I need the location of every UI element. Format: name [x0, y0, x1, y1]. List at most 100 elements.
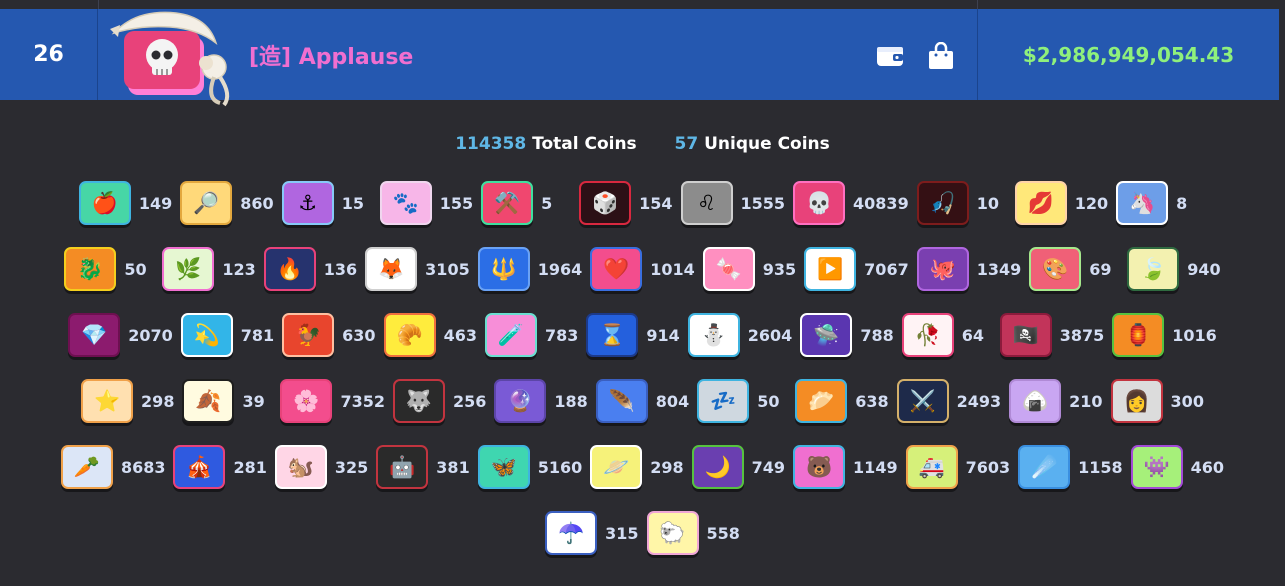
- coin-icon[interactable]: ☂️: [545, 511, 598, 555]
- coin-item[interactable]: 🍃 940: [1127, 246, 1221, 292]
- coin-item[interactable]: ⚔️ 2493: [896, 378, 1001, 424]
- coin-icon[interactable]: ⭐: [81, 379, 134, 423]
- coin-item[interactable]: 🐿️ 325: [274, 444, 368, 490]
- coin-item[interactable]: ⭐ 298: [81, 378, 174, 424]
- coin-item[interactable]: 🎨 69: [1029, 246, 1119, 292]
- coin-icon[interactable]: 🌸: [280, 379, 333, 423]
- coin-item[interactable]: 🌿 123: [162, 246, 256, 292]
- coin-icon[interactable]: 🍬: [702, 247, 755, 291]
- coin-icon[interactable]: 🥕: [60, 445, 113, 489]
- coin-icon[interactable]: 🔎: [180, 181, 233, 225]
- coin-item[interactable]: 👾 460: [1130, 444, 1224, 490]
- coin-item[interactable]: 💫 781: [180, 312, 274, 358]
- coin-icon[interactable]: 👾: [1130, 445, 1183, 489]
- coin-icon[interactable]: ⚔️: [896, 379, 949, 423]
- coin-icon[interactable]: 🌙: [691, 445, 744, 489]
- coin-item[interactable]: ❤️ 1014: [590, 246, 695, 292]
- coin-item[interactable]: 🏮 1016: [1112, 312, 1217, 358]
- coin-item[interactable]: 🥀 64: [901, 312, 992, 358]
- coin-item[interactable]: 💋 120: [1014, 180, 1108, 226]
- coin-icon[interactable]: 💎: [68, 313, 121, 357]
- coin-icon[interactable]: 🐓: [282, 313, 335, 357]
- coin-icon[interactable]: 🐉: [64, 247, 117, 291]
- coin-icon[interactable]: 🦋: [477, 445, 530, 489]
- coin-icon[interactable]: 🐻: [793, 445, 846, 489]
- coin-item[interactable]: 🐾 155: [379, 180, 473, 226]
- coin-icon[interactable]: 🦊: [365, 247, 418, 291]
- coin-item[interactable]: 🦋 5160: [477, 444, 582, 490]
- coin-icon[interactable]: 🍃: [1127, 247, 1180, 291]
- coin-icon[interactable]: 🥟: [795, 379, 848, 423]
- coin-item[interactable]: 🍙 210: [1009, 378, 1103, 424]
- coin-item[interactable]: 💤 50: [697, 378, 787, 424]
- coin-icon[interactable]: 🦄: [1116, 181, 1169, 225]
- coin-icon[interactable]: 🧪: [484, 313, 537, 357]
- coin-item[interactable]: 🔥 136: [263, 246, 357, 292]
- coin-item[interactable]: 🔎 860: [180, 180, 274, 226]
- coin-item[interactable]: ☄️ 1158: [1018, 444, 1123, 490]
- coin-icon[interactable]: 🔱: [477, 247, 530, 291]
- coin-item[interactable]: 🐑 558: [646, 510, 740, 556]
- coin-item[interactable]: 🥟 638: [795, 378, 889, 424]
- coin-icon[interactable]: 🐿️: [274, 445, 327, 489]
- coin-icon[interactable]: 🏴‍☠️: [999, 313, 1052, 357]
- coin-item[interactable]: ⌛ 914: [586, 312, 680, 358]
- coin-icon[interactable]: 💋: [1014, 181, 1067, 225]
- coin-item[interactable]: ☂️ 315: [545, 510, 639, 556]
- coin-icon[interactable]: ⚓: [281, 181, 334, 225]
- coin-icon[interactable]: ☄️: [1018, 445, 1071, 489]
- coin-icon[interactable]: 🪐: [590, 445, 643, 489]
- coin-icon[interactable]: 🛸: [800, 313, 853, 357]
- coin-icon[interactable]: 🥐: [383, 313, 436, 357]
- coin-item[interactable]: 🦊 3105: [365, 246, 470, 292]
- coin-icon[interactable]: 🍂: [182, 379, 235, 423]
- coin-icon[interactable]: 🪶: [595, 379, 648, 423]
- coin-icon[interactable]: 🤖: [376, 445, 429, 489]
- coin-item[interactable]: 🦄 8: [1116, 180, 1206, 226]
- coin-icon[interactable]: 🎲: [579, 181, 632, 225]
- leaderboard-row[interactable]: 26 [造] Applause $2,986,949,054.43: [0, 9, 1279, 107]
- coin-item[interactable]: 🪐 298: [590, 444, 684, 490]
- coin-item[interactable]: 🚑 7603: [905, 444, 1010, 490]
- coin-item[interactable]: ⛄ 2604: [687, 312, 792, 358]
- coin-icon[interactable]: 👩: [1110, 379, 1163, 423]
- coin-icon[interactable]: 🐑: [646, 511, 699, 555]
- coin-icon[interactable]: 🏮: [1112, 313, 1165, 357]
- coin-item[interactable]: 🔮 188: [494, 378, 588, 424]
- coin-item[interactable]: 🐉 50: [64, 246, 154, 292]
- coin-item[interactable]: 🍬 935: [702, 246, 796, 292]
- coin-item[interactable]: 🐓 630: [282, 312, 376, 358]
- coin-icon[interactable]: 🐾: [379, 181, 432, 225]
- coin-icon[interactable]: ❤️: [590, 247, 643, 291]
- coin-item[interactable]: 🍂 39: [182, 378, 272, 424]
- coin-item[interactable]: 🐺 256: [392, 378, 486, 424]
- coin-icon[interactable]: ♌: [680, 181, 733, 225]
- coin-item[interactable]: 🎣 10: [916, 180, 1007, 226]
- coin-icon[interactable]: 💫: [180, 313, 233, 357]
- coin-item[interactable]: 🍎 149: [78, 180, 172, 226]
- coin-item[interactable]: ⚓ 15: [281, 180, 372, 226]
- coin-icon[interactable]: 🐺: [392, 379, 445, 423]
- coin-icon[interactable]: 🍎: [78, 181, 131, 225]
- coin-item[interactable]: 🌙 749: [691, 444, 785, 490]
- coin-icon[interactable]: 🌿: [162, 247, 215, 291]
- coin-icon[interactable]: 🚑: [905, 445, 958, 489]
- wallet-icon[interactable]: [876, 44, 904, 68]
- coin-item[interactable]: 💀 40839: [793, 180, 909, 226]
- coin-item[interactable]: 🏴‍☠️ 3875: [999, 312, 1104, 358]
- coin-icon[interactable]: 🎪: [173, 445, 226, 489]
- coin-item[interactable]: 👩 300: [1110, 378, 1204, 424]
- coin-item[interactable]: 🐙 1349: [916, 246, 1021, 292]
- coin-item[interactable]: 🔱 1964: [477, 246, 582, 292]
- coin-item[interactable]: 🪶 804: [595, 378, 689, 424]
- coin-icon[interactable]: ⛄: [687, 313, 740, 357]
- coin-item[interactable]: 🤖 381: [376, 444, 470, 490]
- coin-icon[interactable]: ⚒️: [481, 181, 534, 225]
- coin-item[interactable]: 🎪 281: [173, 444, 267, 490]
- coin-item[interactable]: 🌸 7352: [280, 378, 385, 424]
- coin-item[interactable]: 🐻 1149: [793, 444, 898, 490]
- player-name[interactable]: [造] Applause: [249, 39, 413, 71]
- coin-icon[interactable]: ⌛: [586, 313, 639, 357]
- coin-icon[interactable]: 🎣: [916, 181, 969, 225]
- coin-item[interactable]: 🧪 783: [484, 312, 578, 358]
